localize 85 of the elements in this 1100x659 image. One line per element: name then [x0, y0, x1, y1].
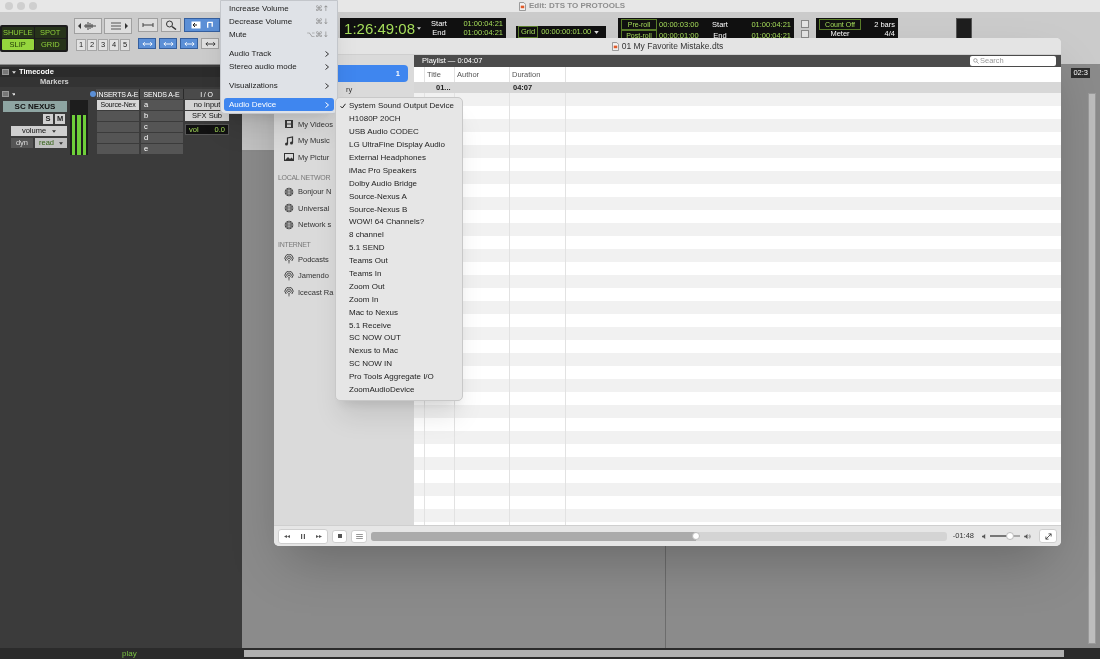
- window-title: Edit: DTS TO PROTOOLS: [529, 0, 626, 12]
- ruler-toggle-button[interactable]: [2, 69, 9, 75]
- picture-icon: [284, 152, 294, 163]
- menu-item[interactable]: H1080P 20CH: [336, 112, 462, 126]
- track-name: SC NEXUS: [3, 101, 67, 112]
- caret-icon: [52, 129, 57, 133]
- podcast-icon: [284, 270, 294, 281]
- menu-item[interactable]: Pro Tools Aggregate I/O: [336, 370, 462, 384]
- waveform-zoom-button[interactable]: [74, 18, 102, 34]
- caret-icon: [12, 70, 16, 74]
- trim-tool-button[interactable]: [184, 18, 220, 32]
- globe-icon: [284, 203, 294, 214]
- list-icon: [355, 533, 363, 539]
- horizontal-scrollbar[interactable]: [244, 650, 1064, 657]
- tool-button[interactable]: [159, 38, 177, 49]
- globe-icon: [284, 186, 294, 197]
- menu-item[interactable]: Teams Out: [336, 254, 462, 268]
- playlist-button[interactable]: [351, 529, 367, 543]
- menu-item[interactable]: Dolby Audio Bridge: [336, 177, 462, 191]
- menu-item[interactable]: Visualizations: [224, 79, 334, 92]
- caret-icon: [11, 92, 16, 96]
- expand-icon: [1044, 532, 1052, 540]
- menu-item[interactable]: Zoom Out: [336, 280, 462, 294]
- progress-slider[interactable]: [371, 531, 947, 541]
- caret-icon: [417, 26, 421, 30]
- caret-icon: [594, 30, 600, 34]
- double-arrow-icon: [162, 40, 174, 47]
- double-arrow-icon: [204, 40, 216, 47]
- waveform-icon: [78, 21, 98, 31]
- menu-item[interactable]: USB Audio CODEC: [336, 125, 462, 139]
- menu-item[interactable]: Mac to Nexus: [336, 306, 462, 320]
- rewind-icon: [284, 534, 290, 538]
- menu-item[interactable]: Source-Nexus A: [336, 190, 462, 204]
- speaker-loud-icon: [1024, 533, 1031, 539]
- counter-readout: 1:26:49:08: [344, 20, 415, 36]
- menu-item[interactable]: iMac Pro Speakers: [336, 164, 462, 178]
- level-meter: [70, 100, 88, 155]
- menu-item[interactable]: ZoomAudioDevice: [336, 383, 462, 397]
- tool-button[interactable]: [180, 38, 198, 49]
- menu-item[interactable]: System Sound Output Device: [336, 100, 462, 113]
- menu-item[interactable]: Source-Nexus B: [336, 203, 462, 216]
- chevron-right-icon: [325, 101, 329, 108]
- menu-item[interactable]: SC NOW IN: [336, 357, 462, 371]
- globe-icon: [284, 219, 294, 230]
- lines-icon: [108, 21, 128, 31]
- hand-icon: [204, 21, 214, 29]
- menu-item[interactable]: Audio Device: [224, 98, 334, 111]
- search-icon: [973, 58, 979, 64]
- slider-thumb[interactable]: [692, 532, 701, 540]
- menu-item[interactable]: 5.1 Receive: [336, 319, 462, 333]
- speaker-icon: [982, 533, 986, 539]
- tool-button[interactable]: [201, 38, 219, 49]
- midi-zoom-button[interactable]: [104, 18, 132, 34]
- tool-button[interactable]: [138, 38, 156, 49]
- zoomer-tool-button[interactable]: [161, 18, 181, 32]
- track-toggle-button[interactable]: [2, 91, 9, 97]
- magnifier-icon: [165, 20, 177, 30]
- status-text: play: [122, 649, 137, 658]
- slider-thumb[interactable]: [1006, 532, 1015, 540]
- double-arrow-icon: [183, 40, 195, 47]
- menu-item[interactable]: Zoom In: [336, 293, 462, 307]
- menu-item[interactable]: Audio Track: [224, 47, 334, 60]
- menu-item[interactable]: LG UltraFine Display Audio: [336, 138, 462, 152]
- scrollbar[interactable]: [1088, 93, 1096, 644]
- menu-item[interactable]: External Headphones: [336, 151, 462, 165]
- window-title: 01 My Favorite Mistake.dts: [621, 39, 724, 53]
- menu-item[interactable]: 5.1 SEND: [336, 241, 462, 255]
- fast-forward-icon: [316, 534, 322, 538]
- stop-button[interactable]: [332, 529, 347, 543]
- film-icon: [284, 119, 294, 130]
- range-icon: [142, 21, 154, 29]
- fullscreen-button[interactable]: [1039, 529, 1057, 543]
- menu-item[interactable]: Nexus to Mac: [336, 344, 462, 358]
- pause-icon: [301, 533, 305, 539]
- menu-item[interactable]: Teams In: [336, 267, 462, 281]
- double-arrow-icon: [141, 40, 153, 47]
- menu-item[interactable]: WOW! 64 Channels?: [336, 216, 462, 229]
- music-note-icon: [284, 135, 294, 146]
- stop-icon: [337, 534, 342, 538]
- caret-icon: [59, 141, 63, 145]
- menu-item[interactable]: SC NOW OUT: [336, 332, 462, 345]
- chevron-right-icon: [325, 82, 329, 89]
- menu-item[interactable]: 8 channel: [336, 228, 462, 242]
- document-icon: [611, 41, 619, 51]
- trim-icon: [190, 21, 201, 29]
